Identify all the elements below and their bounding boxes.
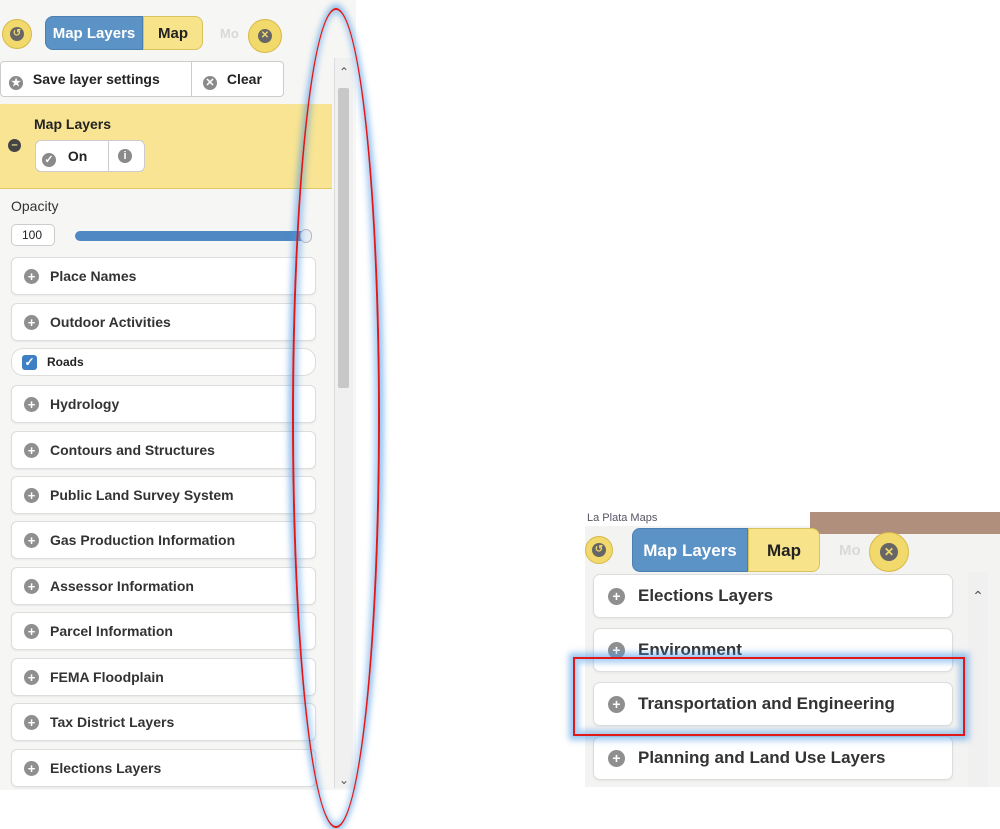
clear-label: Clear	[226, 71, 262, 87]
save-layer-settings-button[interactable]: ★ Save layer settings	[9, 62, 160, 96]
toggle-divider	[108, 141, 109, 171]
layer-group-label: Public Land Survey System	[50, 487, 234, 503]
layer-group-item-zoomed[interactable]: + Elections Layers	[593, 574, 953, 618]
plus-icon[interactable]: +	[24, 488, 39, 503]
plus-icon[interactable]: +	[24, 715, 39, 730]
layers-panel-zoomed: La Plata Maps ↺ Map Layers Map Mo ✕ + Ele…	[585, 512, 1000, 787]
plus-icon[interactable]: +	[608, 588, 625, 605]
star-icon: ★	[9, 76, 23, 90]
tab-more-ghost-zoomed: Mo	[839, 542, 861, 559]
layer-group-label: Tax District Layers	[50, 714, 175, 730]
layer-group-item[interactable]: + Contours and Structures	[11, 431, 316, 469]
clear-button[interactable]: ✕ Clear	[203, 62, 262, 96]
layer-group-item[interactable]: + Gas Production Information	[11, 521, 316, 559]
plus-icon[interactable]: +	[24, 533, 39, 548]
toolbar-divider	[191, 62, 192, 96]
close-button[interactable]: ✕	[248, 19, 282, 53]
layer-group-label: Elections Layers	[50, 760, 162, 776]
close-icon: ✕	[880, 543, 898, 561]
tab-more-ghost: Mo	[220, 26, 239, 41]
layer-toggle-group: ✓ On i	[35, 140, 145, 172]
layer-group-item[interactable]: + Tax District Layers	[11, 703, 316, 741]
save-layer-settings-label: Save layer settings	[32, 71, 160, 87]
highlight-annotation-rect	[573, 657, 965, 736]
layer-checkbox-item[interactable]: ✓ Roads	[11, 348, 316, 376]
layer-group-item[interactable]: + Parcel Information	[11, 612, 316, 650]
plus-icon[interactable]: +	[24, 269, 39, 284]
plus-icon[interactable]: +	[608, 750, 625, 767]
collapse-icon[interactable]: –	[8, 139, 21, 152]
layer-group-label: Contours and Structures	[50, 442, 215, 458]
layer-group-label: FEMA Floodplain	[50, 669, 164, 685]
plus-icon[interactable]: +	[24, 670, 39, 685]
panel-tab-bar-zoomed: ↺ Map Layers Map Mo ✕	[585, 528, 1000, 572]
layer-group-item-zoomed[interactable]: + Planning and Land Use Layers	[593, 736, 953, 780]
layer-group-item[interactable]: + FEMA Floodplain	[11, 658, 316, 696]
info-icon[interactable]: i	[118, 149, 132, 163]
layer-group-label: Gas Production Information	[50, 532, 236, 548]
map-layers-header: – Map Layers ✓ On i	[0, 104, 332, 189]
window-title-text: La Plata Maps	[587, 512, 658, 524]
back-button-zoomed[interactable]: ↺	[585, 536, 613, 564]
check-icon: ✓	[42, 153, 56, 167]
opacity-input[interactable]: 100	[11, 224, 55, 246]
layer-checkbox-label: Roads	[47, 355, 84, 369]
layer-group-label: Hydrology	[50, 396, 120, 412]
panel-scrollbar-zoomed[interactable]: ⌃	[968, 572, 988, 787]
tab-map-layers-zoomed[interactable]: Map Layers	[632, 528, 748, 572]
clear-icon: ✕	[203, 76, 217, 90]
scrollbar-annotation-oval	[292, 8, 380, 828]
plus-icon[interactable]: +	[24, 315, 39, 330]
layer-group-label: Outdoor Activities	[50, 314, 171, 330]
layer-group-label-zoomed: Elections Layers	[638, 586, 774, 605]
plus-icon[interactable]: +	[24, 579, 39, 594]
close-button-zoomed[interactable]: ✕	[869, 532, 909, 572]
opacity-label: Opacity	[11, 198, 59, 214]
layer-group-item[interactable]: + Hydrology	[11, 385, 316, 423]
layer-group-item[interactable]: + Elections Layers	[11, 749, 316, 787]
layer-group-item[interactable]: + Place Names	[11, 257, 316, 295]
close-icon: ✕	[258, 29, 272, 43]
plus-icon[interactable]: +	[24, 761, 39, 776]
layer-toolbar: ★ Save layer settings ✕ Clear	[0, 61, 284, 97]
layer-on-label: On	[67, 148, 88, 164]
tab-map-zoomed[interactable]: Map	[748, 528, 820, 572]
checkbox-checked-icon[interactable]: ✓	[22, 355, 37, 370]
opacity-slider-track[interactable]	[75, 231, 311, 241]
layer-group-item[interactable]: + Outdoor Activities	[11, 303, 316, 341]
plus-icon[interactable]: +	[24, 443, 39, 458]
layer-group-label: Assessor Information	[50, 578, 194, 594]
layer-group-item[interactable]: + Public Land Survey System	[11, 476, 316, 514]
layer-on-toggle[interactable]: ✓ On	[36, 141, 108, 171]
map-layers-title: Map Layers	[34, 116, 112, 132]
back-icon: ↺	[10, 27, 24, 41]
panel-tab-bar: ↺ Map Layers Map Mo ✕	[0, 14, 300, 54]
back-icon: ↺	[592, 543, 606, 557]
layer-group-label: Place Names	[50, 268, 137, 284]
tab-map-layers[interactable]: Map Layers	[45, 16, 143, 50]
plus-icon[interactable]: +	[24, 397, 39, 412]
layer-group-item[interactable]: + Assessor Information	[11, 567, 316, 605]
layer-group-label: Parcel Information	[50, 623, 173, 639]
tab-map[interactable]: Map	[143, 16, 203, 50]
scroll-up-arrow-icon[interactable]: ⌃	[969, 588, 987, 604]
back-button[interactable]: ↺	[2, 19, 32, 49]
layer-group-label-zoomed: Planning and Land Use Layers	[638, 748, 886, 767]
window-title: La Plata Maps	[585, 512, 810, 526]
plus-icon[interactable]: +	[24, 624, 39, 639]
